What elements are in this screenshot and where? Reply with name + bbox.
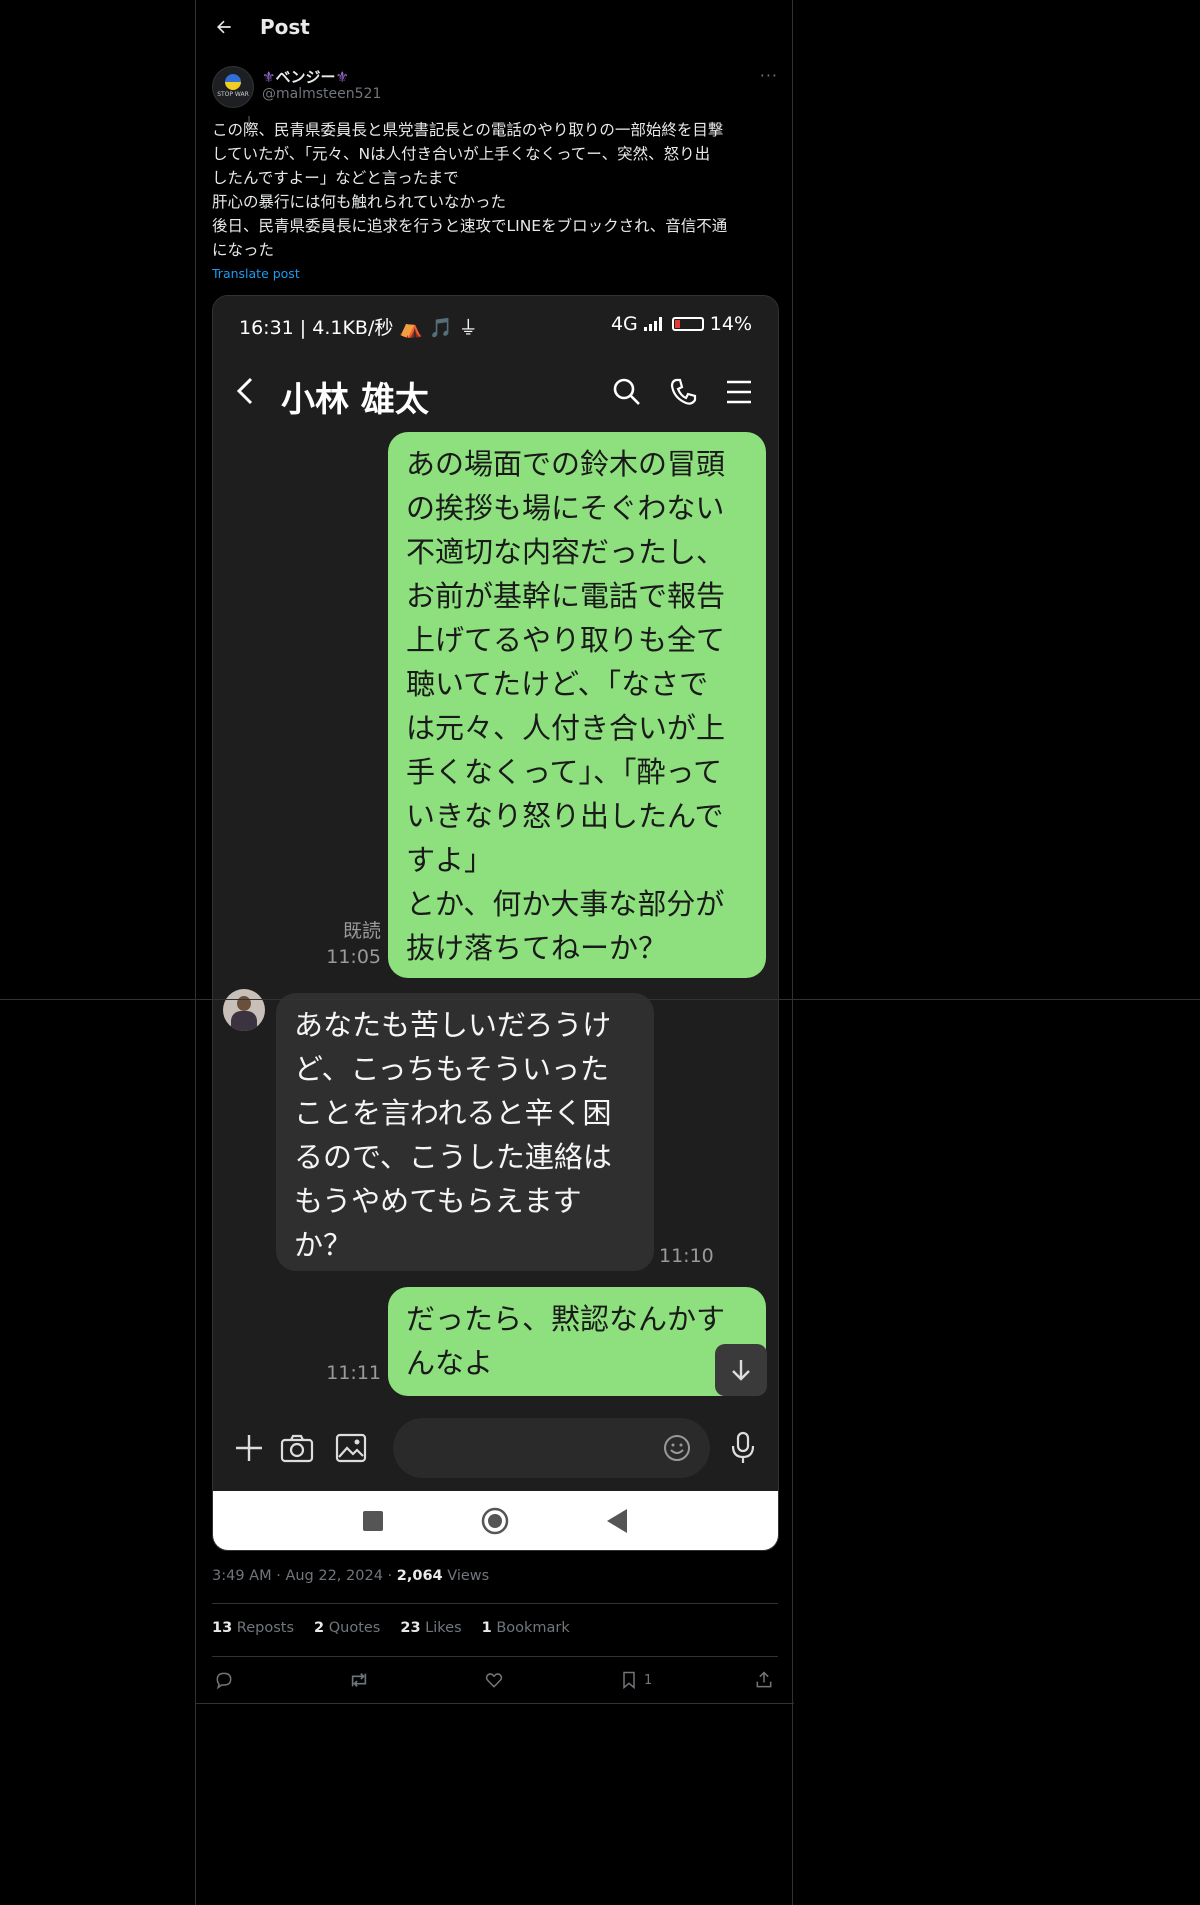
action-bar: 1	[212, 1668, 778, 1692]
fleur-de-lis-icon: ⚜	[335, 68, 349, 86]
emoji-icon[interactable]	[657, 1428, 697, 1468]
repost-button[interactable]	[348, 1668, 370, 1692]
author-handle[interactable]: @malmsteen521	[262, 86, 381, 102]
signal-icon	[643, 317, 666, 331]
message-read-status: 既読 11:05	[326, 920, 381, 968]
contact-avatar[interactable]	[223, 989, 265, 1031]
network-label: 4G	[610, 313, 638, 335]
chevron-left-icon[interactable]	[235, 376, 255, 414]
engagement-stats: 13 Reposts 2 Quotes 23 Likes 1 Bookmark	[212, 1620, 570, 1636]
bookmark-button[interactable]: 1	[620, 1668, 652, 1692]
top-bar: Post	[212, 0, 310, 54]
bookmark-count: 1	[644, 1672, 653, 1688]
camera-icon[interactable]	[277, 1428, 317, 1468]
divider	[212, 1656, 778, 1657]
ukraine-heart-icon	[225, 74, 241, 82]
share-icon	[756, 1671, 772, 1688]
author-name[interactable]: ⚜ベンジー⚜	[262, 66, 349, 87]
arrow-left-icon	[217, 20, 231, 34]
avatar[interactable]: STOP WAR	[212, 66, 254, 108]
translate-post-link[interactable]: Translate post	[212, 266, 300, 281]
divider	[196, 1703, 794, 1704]
quotes-stat[interactable]: 2 Quotes	[314, 1620, 380, 1636]
more-options-icon[interactable]: ···	[760, 66, 778, 85]
scroll-down-button[interactable]	[715, 1344, 767, 1396]
message-bubble-sent[interactable]: だったら、黙認なんかす んなよ	[388, 1287, 766, 1396]
search-icon[interactable]	[609, 374, 645, 410]
recent-apps-icon[interactable]	[359, 1507, 387, 1535]
phone-icon[interactable]	[665, 374, 701, 410]
reply-button[interactable]	[214, 1668, 234, 1692]
likes-stat[interactable]: 23 Likes	[400, 1620, 461, 1636]
plus-icon[interactable]	[229, 1428, 269, 1468]
back-button[interactable]	[212, 15, 236, 39]
horizontal-guide-line	[0, 999, 1200, 1000]
post-timestamp: 3:49 AM · Aug 22, 2024 · 2,064 Views	[212, 1568, 490, 1584]
bookmark-icon	[623, 1671, 635, 1690]
battery-level: 14%	[709, 313, 752, 335]
heart-icon	[485, 1673, 503, 1688]
author-row: STOP WAR ⚜ベンジー⚜ @malmsteen521 ···	[212, 66, 778, 130]
battery-icon	[671, 317, 704, 331]
arrow-down-icon	[732, 1360, 750, 1381]
share-button[interactable]	[754, 1668, 774, 1692]
message-time: 11:10	[659, 1245, 714, 1267]
page-title: Post	[260, 15, 310, 39]
chat-input-bar	[213, 1406, 778, 1491]
divider	[212, 1603, 778, 1604]
views-count: 2,064	[396, 1568, 443, 1584]
chat-header: 小林 雄太	[213, 350, 778, 438]
fleur-de-lis-icon: ⚜	[262, 68, 276, 86]
android-nav-bar	[213, 1491, 778, 1550]
home-icon[interactable]	[481, 1507, 509, 1535]
attached-image[interactable]: 16:31 | 4.1KB/秒 ⛺ 🎵 ⏚ 4G 14% 小林 雄太 あの場面で…	[212, 295, 779, 1551]
microphone-icon[interactable]	[723, 1428, 763, 1468]
post-column: Post STOP WAR ⚜ベンジー⚜ @malmsteen521 ··· こ…	[195, 0, 794, 1905]
reply-icon	[216, 1672, 232, 1690]
image-icon[interactable]	[331, 1428, 371, 1468]
repost-icon	[351, 1673, 367, 1687]
avatar-text: STOP WAR	[217, 91, 249, 98]
message-bubble-sent[interactable]: あの場面での鈴木の冒頭 の挨拶も場にそぐわない 不適切な内容だったし、 お前が基…	[388, 432, 766, 978]
status-left: 16:31 | 4.1KB/秒 ⛺ 🎵 ⏚	[239, 317, 478, 339]
message-bubble-received[interactable]: あなたも苦しいだろうけ ど、こっちもそういった ことを言われると辛く困 るので、…	[276, 993, 654, 1271]
menu-icon[interactable]	[721, 374, 757, 410]
message-time: 11:11	[326, 1362, 381, 1384]
phone-status-bar: 16:31 | 4.1KB/秒 ⛺ 🎵 ⏚ 4G 14%	[213, 296, 778, 350]
like-button[interactable]	[484, 1668, 504, 1692]
bookmarks-stat[interactable]: 1 Bookmark	[482, 1620, 570, 1636]
post-text: この際、民青県委員長と県党書記長との電話のやり取りの一部始終を目撃 していたが、…	[212, 121, 728, 259]
chat-contact-name: 小林 雄太	[281, 380, 429, 420]
reposts-stat[interactable]: 13 Reposts	[212, 1620, 294, 1636]
back-triangle-icon[interactable]	[603, 1507, 631, 1535]
